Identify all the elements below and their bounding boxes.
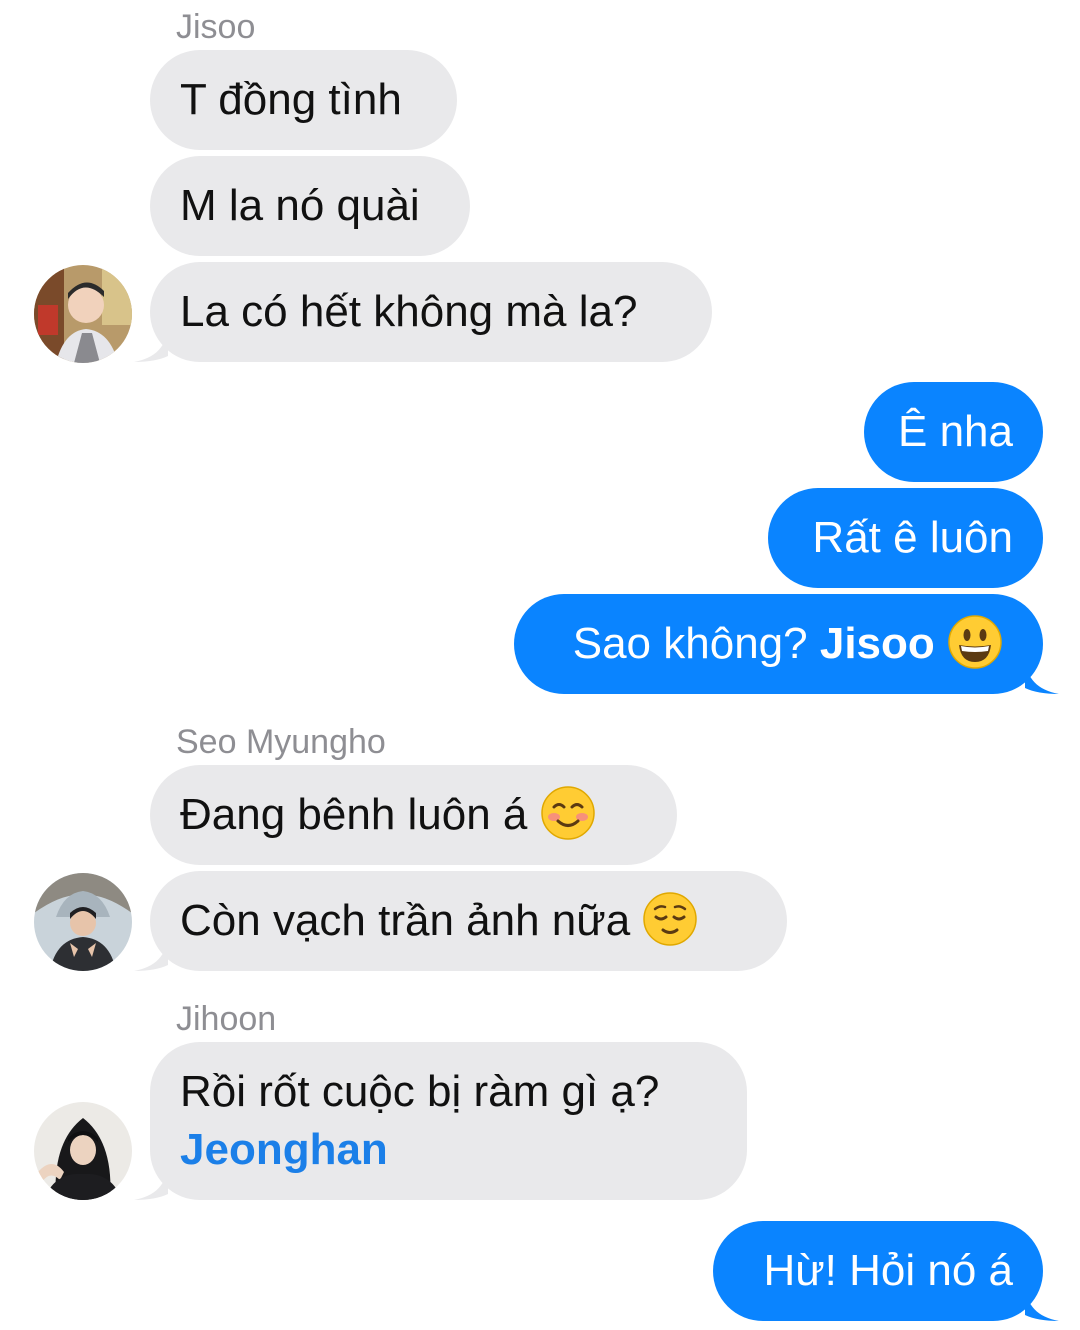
message-text: Sao không? [572, 619, 808, 668]
message-text: Hừ! Hỏi nó á [763, 1246, 1013, 1295]
message-bubble-incoming[interactable]: Rồi rốt cuộc bị ràm gì ạ? Jeonghan [134, 1042, 747, 1200]
avatar-photo [34, 265, 132, 363]
message-bubble-incoming[interactable]: M la nó quài [150, 156, 470, 256]
bubble-tail-icon [134, 328, 168, 362]
message-text: Rất ê luôn [812, 513, 1013, 562]
sender-name-seo-myungho: Seo Myungho [176, 723, 386, 761]
message-bubble-incoming[interactable]: Còn vạch trần ảnh nữa [134, 871, 787, 971]
message-text: M la nó quài [180, 181, 420, 230]
avatar-seo-myungho[interactable] [34, 873, 132, 971]
smiling-face-emoji [540, 786, 595, 841]
avatar-photo [34, 1102, 132, 1200]
message-bubble-incoming[interactable]: Đang bênh luôn á [150, 765, 677, 865]
avatar-jihoon[interactable] [34, 1102, 132, 1200]
message-text: La có hết không mà la? [180, 287, 638, 336]
grinning-face-emoji [948, 615, 1002, 670]
message-bubble-outgoing[interactable]: Ê nha [864, 382, 1043, 482]
message-text: Còn vạch trần ảnh nữa [180, 896, 631, 945]
avatar-jisoo[interactable] [34, 265, 132, 363]
message-text: T đồng tình [180, 75, 402, 124]
sender-name-jihoon: Jihoon [176, 1000, 277, 1038]
message-text: Ê nha [898, 407, 1013, 456]
message-bubble-incoming[interactable]: La có hết không mà la? [134, 262, 712, 362]
bubble-tail-icon [1025, 1287, 1059, 1321]
mention-jisoo[interactable]: Jisoo [820, 619, 935, 668]
bubble-tail-icon [134, 1166, 168, 1200]
message-text: Rồi rốt cuộc bị ràm gì ạ? [180, 1067, 660, 1116]
relieved-face-emoji [643, 892, 698, 947]
message-bubble-outgoing[interactable]: Sao không? Jisoo [514, 594, 1059, 694]
bubble-tail-icon [1025, 660, 1059, 694]
message-bubble-incoming[interactable]: T đồng tình [150, 50, 457, 150]
message-text: Đang bênh luôn á [180, 790, 528, 839]
message-bubble-outgoing[interactable]: Hừ! Hỏi nó á [713, 1221, 1059, 1321]
mention-jeonghan[interactable]: Jeonghan [180, 1121, 717, 1179]
message-bubble-outgoing[interactable]: Rất ê luôn [768, 488, 1043, 588]
sender-name-jisoo: Jisoo [176, 8, 256, 46]
bubble-tail-icon [134, 937, 168, 971]
avatar-photo [34, 873, 132, 971]
